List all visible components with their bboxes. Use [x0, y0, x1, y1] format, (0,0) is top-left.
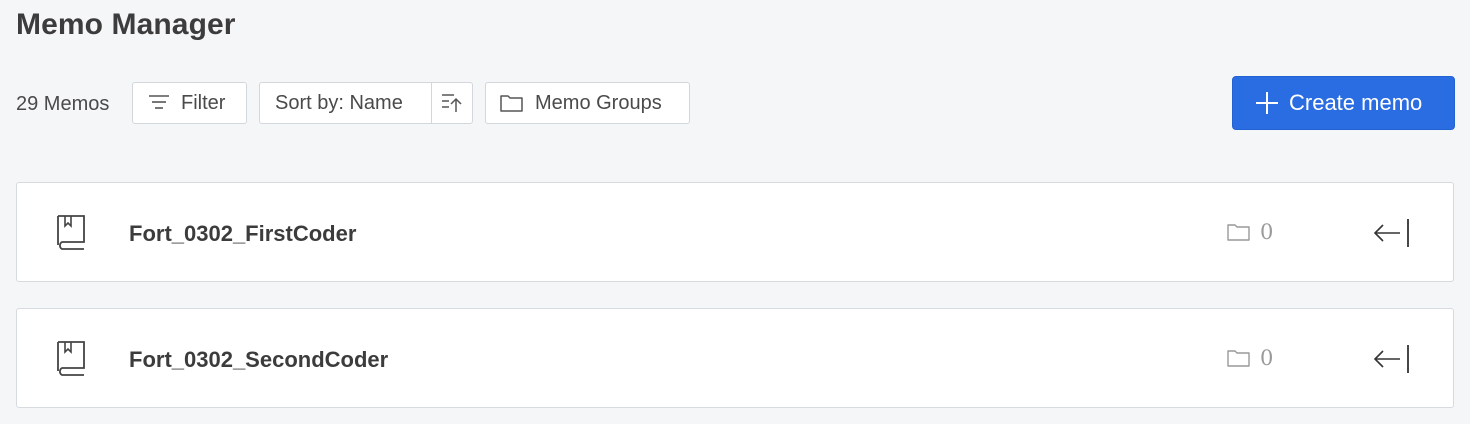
memo-row[interactable]: Fort_0302_SecondCoder 0 [16, 308, 1454, 408]
sort-button-label: Sort by: Name [275, 91, 403, 114]
folder-icon [1227, 224, 1250, 241]
memo-name[interactable]: Fort_0302_SecondCoder [129, 347, 388, 373]
memo-groups-label: Memo Groups [535, 91, 662, 114]
sort-button[interactable]: Sort by: Name [260, 83, 431, 123]
filter-button[interactable]: Filter [132, 82, 247, 124]
memo-count: 29 Memos [16, 93, 110, 115]
folder-icon [500, 95, 523, 112]
memo-name[interactable]: Fort_0302_FirstCoder [129, 221, 356, 247]
memo-group-count-value: 0 [1260, 220, 1274, 244]
filter-button-label: Filter [181, 91, 226, 114]
memo-group-count: 0 [1226, 346, 1273, 370]
sort-ascending-icon [442, 94, 462, 112]
create-memo-button[interactable]: Create memo [1232, 76, 1455, 130]
toolbar: 29 Memos Filter Sort by: Name Memo Group… [0, 76, 1470, 131]
sort-direction-button[interactable] [431, 83, 472, 123]
arrow-left-bar-icon[interactable] [1372, 217, 1412, 249]
book-icon [57, 215, 85, 250]
arrow-left-bar-icon[interactable] [1372, 343, 1412, 375]
create-memo-label: Create memo [1289, 90, 1423, 115]
page-title: Memo Manager [16, 8, 236, 41]
memo-row[interactable]: Fort_0302_FirstCoder 0 [16, 182, 1454, 282]
filter-icon [149, 95, 169, 109]
memo-group-count-value: 0 [1260, 346, 1274, 370]
plus-icon [1256, 92, 1278, 114]
folder-icon [1227, 350, 1250, 367]
memo-manager-page: Memo Manager 29 Memos Filter Sort by: Na… [0, 0, 1470, 424]
memo-group-count: 0 [1226, 220, 1273, 244]
book-icon [57, 341, 85, 376]
memo-groups-button[interactable]: Memo Groups [485, 82, 690, 124]
sort-control: Sort by: Name [259, 82, 473, 124]
